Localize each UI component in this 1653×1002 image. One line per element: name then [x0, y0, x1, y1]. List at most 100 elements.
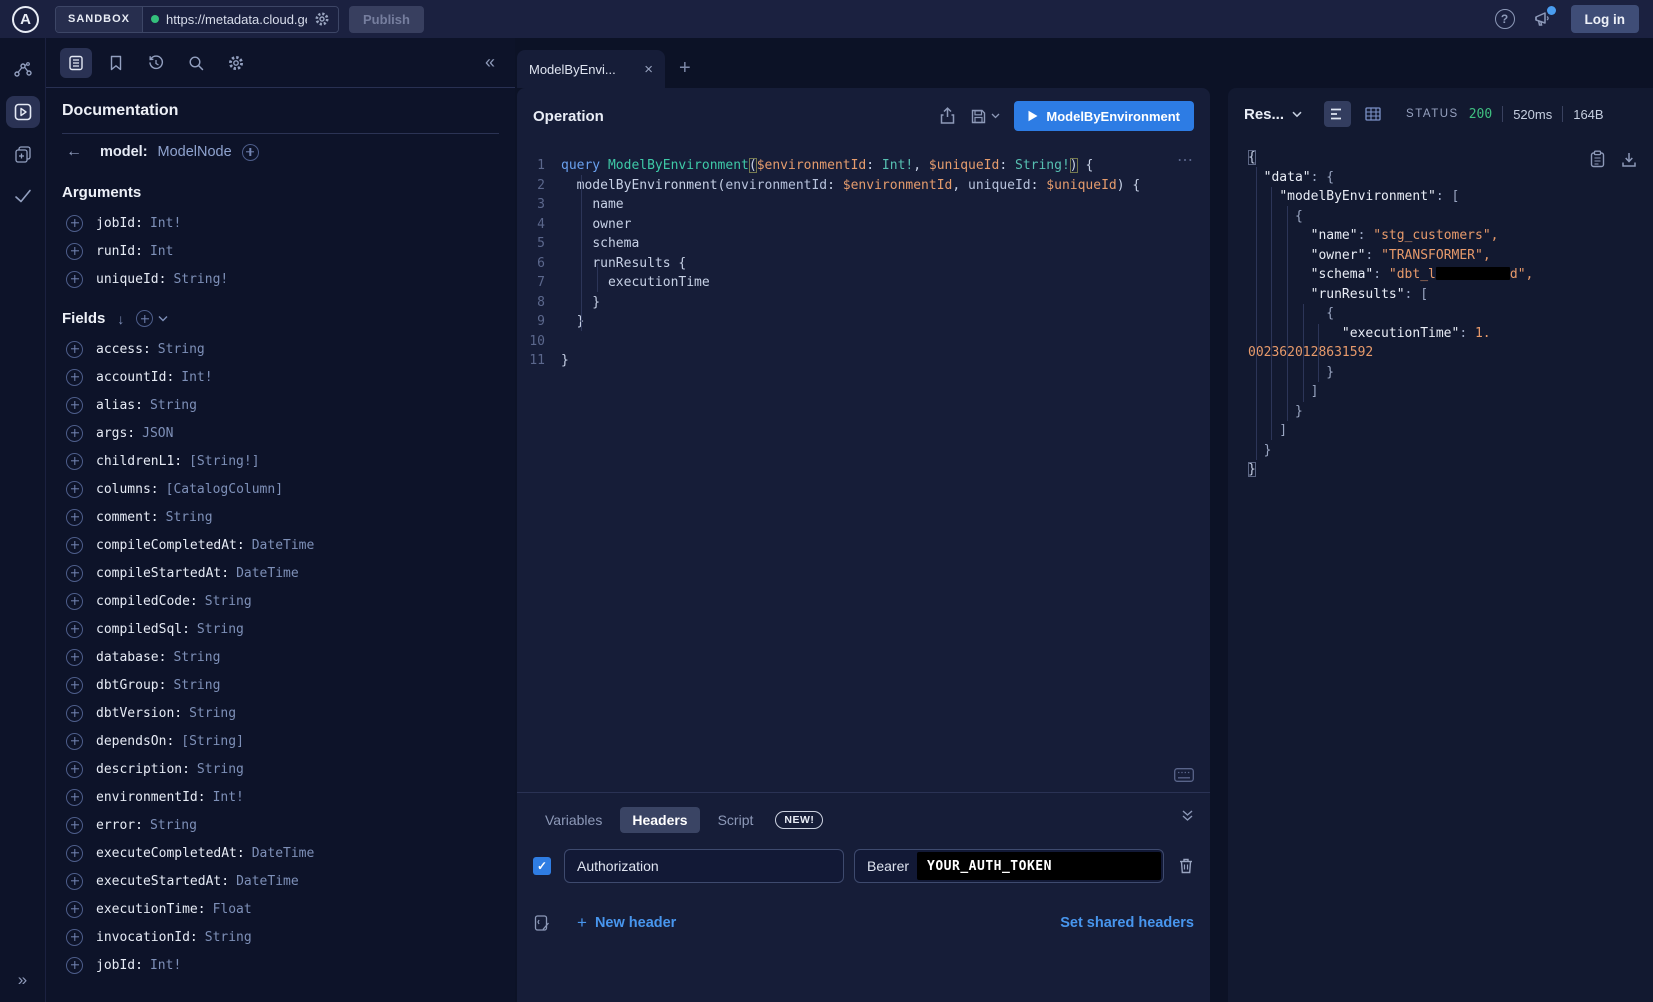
- tab-saved-operations[interactable]: [100, 48, 132, 78]
- field-row[interactable]: environmentId:Int!: [62, 783, 499, 811]
- field-row[interactable]: compileCompletedAt:DateTime: [62, 531, 499, 559]
- publish-button[interactable]: Publish: [349, 6, 424, 33]
- download-response-button[interactable]: [1621, 150, 1637, 168]
- field-row[interactable]: accountId:Int!: [62, 363, 499, 391]
- sandbox-chip[interactable]: SANDBOX: [56, 7, 143, 32]
- header-value-input[interactable]: Bearer YOUR_AUTH_TOKEN: [854, 849, 1164, 883]
- add-field-icon[interactable]: [66, 537, 83, 554]
- code-line[interactable]: 9 }: [517, 312, 1210, 332]
- code-line[interactable]: 3 name: [517, 195, 1210, 215]
- field-row[interactable]: columns:[CatalogColumn]: [62, 475, 499, 503]
- kebab-icon[interactable]: ⋯: [1177, 150, 1194, 170]
- save-menu-chevron-icon[interactable]: [991, 113, 1000, 119]
- header-key-input[interactable]: Authorization: [564, 849, 844, 883]
- sidebar-item-collections[interactable]: [6, 138, 40, 170]
- sidebar-item-explorer[interactable]: [6, 96, 40, 128]
- field-row[interactable]: executionTime:Float: [62, 895, 499, 923]
- add-field-icon[interactable]: [66, 369, 83, 386]
- add-field-icon[interactable]: [66, 481, 83, 498]
- field-row[interactable]: compiledCode:String: [62, 587, 499, 615]
- add-field-icon[interactable]: [66, 649, 83, 666]
- header-enabled-checkbox[interactable]: ✓: [533, 857, 551, 875]
- code-line[interactable]: 5 schema: [517, 234, 1210, 254]
- code-line[interactable]: 1query ModelByEnvironment($environmentId…: [517, 156, 1210, 176]
- add-field-icon[interactable]: [66, 621, 83, 638]
- keyboard-icon[interactable]: [1174, 768, 1194, 782]
- new-tab-button[interactable]: +: [679, 57, 691, 80]
- field-row[interactable]: access:String: [62, 335, 499, 363]
- field-row[interactable]: invocationId:String: [62, 923, 499, 951]
- tab-history[interactable]: [140, 48, 172, 78]
- argument-row[interactable]: jobId:Int!: [62, 209, 499, 237]
- collapse-section-icon[interactable]: [1181, 809, 1194, 822]
- collapse-docs-icon[interactable]: «: [485, 52, 501, 73]
- add-field-icon[interactable]: [66, 397, 83, 414]
- add-field-icon[interactable]: [66, 425, 83, 442]
- field-row[interactable]: jobId:Int!: [62, 951, 499, 979]
- tab-documentation[interactable]: [60, 48, 92, 78]
- help-icon[interactable]: ?: [1495, 9, 1515, 29]
- run-operation-button[interactable]: ModelByEnvironment: [1014, 101, 1194, 131]
- delete-header-button[interactable]: [1178, 857, 1194, 875]
- tab-variables[interactable]: Variables: [533, 807, 614, 833]
- add-fields-icon[interactable]: [136, 310, 153, 327]
- add-field-icon[interactable]: [66, 845, 83, 862]
- table-view-toggle[interactable]: [1359, 101, 1386, 127]
- add-field-icon[interactable]: [66, 873, 83, 890]
- field-row[interactable]: compileStartedAt:DateTime: [62, 559, 499, 587]
- sidebar-item-checks[interactable]: [6, 180, 40, 212]
- code-line[interactable]: 11}: [517, 351, 1210, 371]
- chevron-down-icon[interactable]: [158, 315, 168, 322]
- field-row[interactable]: childrenL1:[String!]: [62, 447, 499, 475]
- argument-row[interactable]: runId:Int: [62, 237, 499, 265]
- json-view-toggle[interactable]: [1324, 101, 1351, 127]
- add-field-icon[interactable]: [66, 215, 83, 232]
- code-line[interactable]: 7 executionTime: [517, 273, 1210, 293]
- preflight-script-icon[interactable]: [533, 914, 551, 932]
- copy-response-button[interactable]: [1590, 150, 1605, 168]
- field-row[interactable]: description:String: [62, 755, 499, 783]
- set-shared-headers-link[interactable]: Set shared headers: [1060, 915, 1194, 931]
- add-field-icon[interactable]: [66, 509, 83, 526]
- add-field-icon[interactable]: [66, 901, 83, 918]
- field-row[interactable]: comment:String: [62, 503, 499, 531]
- argument-row[interactable]: uniqueId:String!: [62, 265, 499, 293]
- add-field-icon[interactable]: [66, 789, 83, 806]
- new-header-button[interactable]: + New header: [577, 913, 676, 933]
- field-row[interactable]: dbtGroup:String: [62, 671, 499, 699]
- field-row[interactable]: alias:String: [62, 391, 499, 419]
- field-row[interactable]: database:String: [62, 643, 499, 671]
- field-row[interactable]: args:JSON: [62, 419, 499, 447]
- field-row[interactable]: error:String: [62, 811, 499, 839]
- code-line[interactable]: 10: [517, 332, 1210, 352]
- add-field-icon[interactable]: [66, 929, 83, 946]
- field-row[interactable]: compiledSql:String: [62, 615, 499, 643]
- add-field-icon[interactable]: [66, 593, 83, 610]
- tab-explorer-settings[interactable]: [220, 48, 252, 78]
- add-field-icon[interactable]: [66, 271, 83, 288]
- back-arrow-icon[interactable]: ←: [66, 143, 82, 161]
- add-field-icon[interactable]: [66, 761, 83, 778]
- code-line[interactable]: 8 }: [517, 293, 1210, 313]
- field-row[interactable]: executeStartedAt:DateTime: [62, 867, 499, 895]
- code-line[interactable]: 2 modelByEnvironment(environmentId: $env…: [517, 176, 1210, 196]
- sidebar-item-schema[interactable]: [6, 54, 40, 86]
- add-field-icon[interactable]: [66, 705, 83, 722]
- add-field-icon[interactable]: [66, 341, 83, 358]
- add-field-icon[interactable]: [66, 565, 83, 582]
- docs-breadcrumb-type[interactable]: ModelNode: [158, 144, 232, 160]
- add-field-icon[interactable]: [66, 677, 83, 694]
- endpoint-url[interactable]: https://metadata.cloud.get: [166, 12, 307, 27]
- add-field-icon[interactable]: [66, 957, 83, 974]
- operation-tab[interactable]: ModelByEnvi... ×: [517, 50, 665, 88]
- sort-fields-icon[interactable]: ↓: [117, 311, 124, 327]
- code-line[interactable]: 6 runResults {: [517, 254, 1210, 274]
- tab-script[interactable]: Script: [706, 807, 766, 833]
- query-editor[interactable]: 1query ModelByEnvironment($environmentId…: [517, 144, 1210, 792]
- tab-search[interactable]: [180, 48, 212, 78]
- code-line[interactable]: 4 owner: [517, 215, 1210, 235]
- add-field-icon[interactable]: [66, 243, 83, 260]
- add-field-icon[interactable]: [66, 817, 83, 834]
- response-dropdown[interactable]: Res...: [1244, 106, 1302, 123]
- field-row[interactable]: executeCompletedAt:DateTime: [62, 839, 499, 867]
